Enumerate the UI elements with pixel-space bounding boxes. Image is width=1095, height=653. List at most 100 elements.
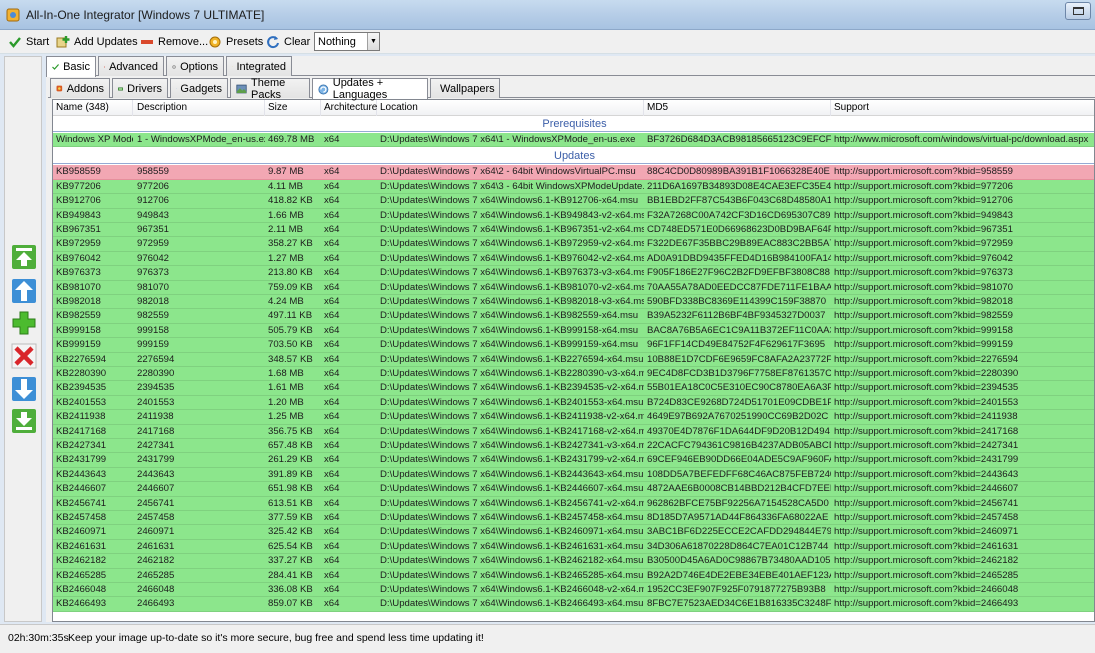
title-bar: All-In-One Integrator [Windows 7 ULTIMAT… [0, 0, 1095, 30]
tab-basic[interactable]: Basic [46, 56, 96, 77]
tab-wallpapers[interactable]: Wallpapers [430, 78, 500, 98]
cell-size: 9.87 MB [268, 166, 304, 178]
table-row[interactable]: KB976042 976042 1.27 MB x64 D:\Updates\Windo… [53, 251, 1094, 267]
column-header-name[interactable]: Name (348) [53, 100, 133, 116]
tab-gadgets[interactable]: Gadgets [170, 78, 228, 98]
cell-support: http://support.microsoft.com?kbid=242734… [834, 440, 1019, 451]
tab-drivers[interactable]: Drivers [112, 78, 168, 98]
move-down-button[interactable] [9, 374, 38, 403]
restore-icon [1073, 7, 1084, 15]
table-row[interactable]: KB999158 999158 505.79 KB x64 D:\Updates\Win… [53, 323, 1094, 339]
table-row[interactable]: KB976373 976373 213.80 KB x64 D:\Updates\Win… [53, 266, 1094, 281]
table-row[interactable]: Windows XP Mode 1 - WindowsXPMode_en-us.e… [53, 133, 1094, 148]
cell-support: http://support.microsoft.com?kbid=982559 [834, 310, 1013, 322]
table-row[interactable]: KB2446607 2446607 651.98 KB x64 D:\Updates\W… [53, 482, 1094, 497]
table-row[interactable]: KB958559 958559 9.87 MB x64 D:\Updates\Windo… [53, 165, 1094, 180]
cell-md5: 211D6A1697B34893D08E4CAE3EFC35E4 [647, 180, 831, 192]
table-row[interactable]: KB2394535 2394535 1.61 MB x64 D:\Updates\Win… [53, 381, 1094, 396]
cell-name: KB2417168 [56, 425, 107, 437]
add-updates-button[interactable]: Add Updates [56, 33, 138, 51]
table-row[interactable]: KB2466048 2466048 336.08 KB x64 D:\Updates\W… [53, 583, 1094, 598]
cell-location: D:\Updates\Windows 7 x64\Windows6.1-KB24… [380, 468, 644, 480]
tab-theme-packs[interactable]: Theme Packs [230, 77, 310, 101]
table-row[interactable]: KB2443643 2443643 391.89 KB x64 D:\Updates\W… [53, 467, 1094, 483]
cell-name: KB977206 [56, 180, 101, 192]
table-row[interactable]: KB982559 982559 497.11 KB x64 D:\Updates\Win… [53, 309, 1094, 324]
table-row[interactable]: KB912706 912706 418.82 KB x64 D:\Updates\Win… [53, 194, 1094, 209]
cell-name: KB2462182 [56, 555, 107, 567]
column-header-support[interactable]: Support [831, 100, 1094, 116]
tab-options[interactable]: Options [166, 56, 224, 76]
table-row[interactable]: KB2427341 2427341 657.48 KB x64 D:\Updates\W… [53, 439, 1094, 454]
sub-tabstrip: Addons Drivers Gadgets Theme Packs Updat… [48, 77, 1095, 101]
table-row[interactable]: KB2401553 2401553 1.20 MB x64 D:\Updates\Win… [53, 395, 1094, 411]
remove-button[interactable]: Remove... [140, 33, 208, 51]
table-row[interactable]: KB2465285 2465285 284.41 KB x64 D:\Updates\W… [53, 568, 1094, 583]
table-row[interactable]: KB981070 981070 759.09 KB x64 D:\Updates\Win… [53, 280, 1094, 295]
column-header-description[interactable]: Description [134, 100, 265, 116]
column-header-architecture[interactable]: Architecture [321, 100, 377, 116]
table-row[interactable]: KB949843 949843 1.66 MB x64 D:\Updates\Windo… [53, 208, 1094, 223]
move-down-icon [11, 376, 36, 401]
cell-size: 1.27 MB [268, 252, 304, 264]
cell-location: D:\Updates\Windows 7 x64\Windows6.1-KB24… [380, 512, 644, 523]
table-row[interactable]: KB2456741 2456741 613.51 KB x64 D:\Updates\W… [53, 496, 1094, 511]
table-row[interactable]: KB2462182 2462182 337.27 KB x64 D:\Updates\W… [53, 554, 1094, 569]
chevron-down-icon[interactable]: ▼ [367, 33, 379, 50]
filter-dropdown[interactable]: Nothing ▼ [314, 32, 380, 51]
table-row[interactable]: KB2417168 2417168 356.75 KB x64 D:\Updates\W… [53, 424, 1094, 439]
cell-architecture: x64 [324, 339, 340, 351]
start-button[interactable]: Start [8, 33, 49, 51]
delete-button[interactable] [9, 341, 38, 370]
table-row[interactable]: KB2457458 2457458 377.59 KB x64 D:\Updates\W… [53, 511, 1094, 526]
table-row[interactable]: KB2411938 2411938 1.25 MB x64 D:\Updates\Win… [53, 410, 1094, 425]
table-row[interactable]: KB972959 972959 358.27 KB x64 D:\Updates\Win… [53, 237, 1094, 252]
table-row[interactable]: KB2461631 2461631 625.54 KB x64 D:\Updates\W… [53, 539, 1094, 555]
restore-button[interactable] [1065, 2, 1091, 20]
column-header-size[interactable]: Size [265, 100, 321, 116]
presets-label: Presets [226, 36, 264, 48]
table-row[interactable]: KB2431799 2431799 261.29 KB x64 D:\Updates\W… [53, 453, 1094, 468]
cell-md5: BAC8A76B5A6EC1C9A11B372EF11C0AA3 [647, 324, 831, 336]
add-button[interactable] [9, 308, 38, 337]
warning-icon [104, 66, 106, 67]
cell-location: D:\Updates\Windows 7 x64\Windows6.1-KB91… [380, 195, 639, 207]
cell-location: D:\Updates\Windows 7 x64\Windows6.1-KB24… [380, 440, 644, 451]
move-up-button[interactable] [9, 276, 38, 305]
cell-md5: B724D83CE9268D724D51701E09CDBE1F [647, 396, 831, 408]
updates-grid[interactable]: Name (348) Description Size Architecture… [52, 99, 1095, 622]
check-icon [52, 64, 60, 70]
cell-name: KB2401553 [56, 396, 107, 408]
cell-md5: 8D185D7A9571AD44F864336FA68022AE [647, 512, 829, 523]
main-panel: Basic Advanced Options Integrated Addons… [46, 56, 1095, 622]
table-row[interactable]: KB2276594 2276594 348.57 KB x64 D:\Updates\W… [53, 352, 1094, 367]
tab-advanced[interactable]: Advanced [98, 56, 164, 76]
presets-button[interactable]: Presets [208, 33, 263, 51]
cell-name: KB972959 [56, 238, 101, 250]
column-header-md5[interactable]: MD5 [644, 100, 831, 116]
cell-name: KB982018 [56, 296, 101, 307]
cell-md5: 590BFD338BC8369E114399C159F38870 [647, 296, 827, 307]
main-tabstrip: Basic Advanced Options Integrated [46, 56, 1095, 77]
clear-label: Clear [284, 36, 311, 48]
tab-updates-languages[interactable]: Updates + Languages [312, 77, 428, 101]
table-row[interactable]: KB2460971 2460971 325.42 KB x64 D:\Updates\W… [53, 525, 1094, 540]
column-header-location[interactable]: Location [377, 100, 644, 116]
table-row[interactable]: KB2466493 2466493 859.07 KB x64 D:\Updates\W… [53, 597, 1094, 612]
cell-size: 348.57 KB [268, 353, 313, 365]
table-row[interactable]: KB977206 977206 4.11 MB x64 D:\Updates\Windo… [53, 179, 1094, 195]
cell-architecture: x64 [324, 468, 340, 480]
table-row[interactable]: KB2280390 2280390 1.68 MB x64 D:\Updates\Win… [53, 367, 1094, 382]
table-row[interactable]: KB967351 967351 2.11 MB x64 D:\Updates\Windo… [53, 223, 1094, 238]
cell-md5: 22CACFC794361C9816B4237ADB05ABCD [647, 440, 831, 451]
tab-addons[interactable]: Addons [50, 78, 110, 98]
table-row[interactable]: KB999159 999159 703.50 KB x64 D:\Updates\Win… [53, 338, 1094, 353]
tab-integrated[interactable]: Integrated [226, 56, 292, 76]
cell-support: http://support.microsoft.com?kbid=241193… [834, 411, 1018, 423]
cell-md5: B92A2D746E4DE2EBE34EBE401AEF123A [647, 569, 831, 581]
table-row[interactable]: KB982018 982018 4.24 MB x64 D:\Updates\Windo… [53, 295, 1094, 310]
move-top-button[interactable] [9, 242, 38, 271]
tab-label: Basic [63, 61, 90, 73]
clear-button[interactable]: Clear [266, 33, 310, 51]
move-bottom-button[interactable] [9, 406, 38, 435]
